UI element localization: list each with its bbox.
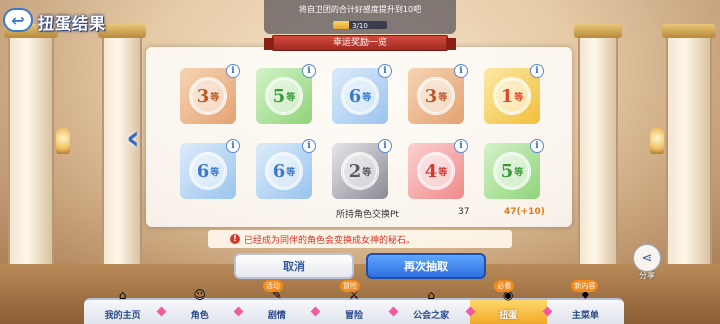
reward-tile[interactable]: 3等i — [408, 64, 468, 124]
reward-rank-number: 6 — [196, 160, 210, 182]
panel-title-ribbon: 幸运奖励一览 — [264, 35, 456, 51]
reward-rank-unit: 等 — [210, 167, 220, 178]
share-label: 分享 — [639, 271, 655, 280]
reward-tile[interactable]: 5等i — [484, 139, 544, 199]
info-icon[interactable]: i — [454, 139, 468, 153]
medal-icon: 6等 — [189, 152, 227, 190]
nav-item[interactable]: ⌂ 公会之家 — [393, 288, 476, 324]
warning-icon: ! — [230, 234, 240, 244]
reward-rank-number: 6 — [272, 160, 286, 182]
exchange-pt-new: 47(+10) — [504, 207, 545, 217]
reward-rank-number: 4 — [424, 160, 438, 182]
reward-rank-number: 5 — [500, 160, 514, 182]
nav-label: 角色 — [190, 311, 209, 321]
mission-text: 将自卫团的合计好感度提升到10吧 — [298, 5, 422, 14]
exchange-pt-current: 37 — [458, 207, 470, 217]
reward-rank-unit: 等 — [438, 92, 448, 103]
reward-tile[interactable]: 6等i — [256, 139, 316, 199]
medal-icon: 6等 — [341, 77, 379, 115]
exchange-pt-row: 所持角色交换Pt 37 47(+10) — [336, 207, 556, 221]
nav-item[interactable]: ◉ 必看 扭蛋 — [469, 280, 553, 324]
info-icon[interactable]: i — [226, 139, 240, 153]
left-pillar — [4, 24, 58, 280]
medal-icon: 5等 — [493, 152, 531, 190]
reward-rank-unit: 等 — [286, 92, 296, 103]
info-icon[interactable]: i — [226, 64, 240, 78]
info-icon[interactable]: i — [378, 64, 392, 78]
bottom-nav: ⌂ 我的主页 ☺ 角色 ✎ 活动 剧情 ⚔ 冒险 冒险 ⌂ 公会之家 ◉ 必看 扭蛋 ♦ 新内容 主菜单 — [84, 280, 624, 324]
previous-arrow-icon[interactable]: ‹ — [126, 118, 140, 158]
reward-tile[interactable]: 5等i — [256, 64, 316, 124]
reward-rank-number: 1 — [500, 85, 514, 107]
nav-item[interactable]: ☺ 角色 — [161, 288, 244, 324]
medal-icon: 2等 — [341, 152, 379, 190]
notice-text: 已经成为同伴的角色会变换成女神的秘石。 — [244, 236, 416, 246]
guild-house-icon: ⌂ — [427, 288, 435, 302]
exchange-pt-label: 所持角色交换Pt — [336, 210, 399, 220]
nav-badge: 新内容 — [571, 280, 599, 292]
reward-rank-unit: 等 — [514, 167, 524, 178]
nav-label: 公会之家 — [413, 311, 450, 321]
home-icon: ⌂ — [118, 288, 127, 302]
nav-item[interactable]: ✎ 活动 剧情 — [238, 280, 321, 324]
wall-lamp — [56, 128, 70, 154]
nav-badge: 必看 — [494, 280, 515, 292]
wall-lamp — [650, 128, 664, 154]
reward-tile[interactable]: 2等i — [332, 139, 392, 199]
right-inner-pillar — [574, 24, 622, 280]
info-icon[interactable]: i — [378, 139, 392, 153]
info-icon[interactable]: i — [454, 64, 468, 78]
nav-label: 主菜单 — [571, 311, 599, 321]
reward-tile[interactable]: 6等i — [180, 139, 240, 199]
medal-icon: 3等 — [417, 77, 455, 115]
reward-tile[interactable]: 3等i — [180, 64, 240, 124]
page-title: 扭蛋结果 — [38, 14, 107, 33]
nav-item[interactable]: ⚔ 冒险 冒险 — [315, 280, 399, 324]
nav-item[interactable]: ♦ 新内容 主菜单 — [547, 280, 624, 324]
nav-label: 我的主页 — [104, 311, 141, 321]
reward-rank-number: 3 — [196, 85, 210, 107]
mission-progress-bar: 3/10 — [332, 20, 388, 30]
reward-tile[interactable]: 4等i — [408, 139, 468, 199]
nav-label: 冒险 — [344, 311, 363, 321]
reward-tile[interactable]: 1等i — [484, 64, 544, 124]
notice-box: ! 已经成为同伴的角色会变换成女神的秘石。 — [208, 230, 512, 248]
nav-label: 剧情 — [267, 311, 286, 321]
reward-rank-unit: 等 — [286, 167, 296, 178]
medal-icon: 5等 — [265, 77, 303, 115]
reward-rank-number: 2 — [348, 160, 362, 182]
medal-icon: 6等 — [265, 152, 303, 190]
reward-rank-number: 5 — [272, 85, 286, 107]
reward-rank-number: 3 — [424, 85, 438, 107]
back-button[interactable]: ↩ — [3, 8, 33, 32]
cancel-button[interactable]: 取消 — [234, 253, 354, 279]
reward-rank-unit: 等 — [362, 92, 372, 103]
character-icon: ☺ — [193, 288, 206, 302]
back-arrow-icon: ↩ — [11, 10, 25, 30]
medal-icon: 1等 — [493, 77, 531, 115]
mission-banner: 将自卫团的合计好感度提升到10吧 3/10 — [264, 0, 456, 34]
reward-tile[interactable]: 6等i — [332, 64, 392, 124]
reward-rank-unit: 等 — [438, 167, 448, 178]
nav-badge: 活动 — [262, 280, 283, 292]
info-icon[interactable]: i — [530, 64, 544, 78]
nav-item[interactable]: ⌂ 我的主页 — [84, 288, 167, 324]
mission-progress-label: 3/10 — [352, 22, 368, 30]
info-icon[interactable]: i — [302, 64, 316, 78]
draw-again-button[interactable]: 再次抽取 — [366, 253, 486, 279]
reward-rank-unit: 等 — [362, 167, 372, 178]
medal-icon: 3等 — [189, 77, 227, 115]
medal-icon: 4等 — [417, 152, 455, 190]
reward-rank-unit: 等 — [210, 92, 220, 103]
info-icon[interactable]: i — [530, 139, 544, 153]
nav-label: 扭蛋 — [499, 311, 518, 321]
share-icon: ⋖ — [641, 250, 653, 266]
right-pillar — [662, 24, 716, 280]
info-icon[interactable]: i — [302, 139, 316, 153]
nav-badge: 冒险 — [339, 280, 360, 292]
reward-rank-unit: 等 — [514, 92, 524, 103]
reward-rank-number: 6 — [348, 85, 362, 107]
share-button[interactable]: ⋖ — [633, 244, 661, 272]
